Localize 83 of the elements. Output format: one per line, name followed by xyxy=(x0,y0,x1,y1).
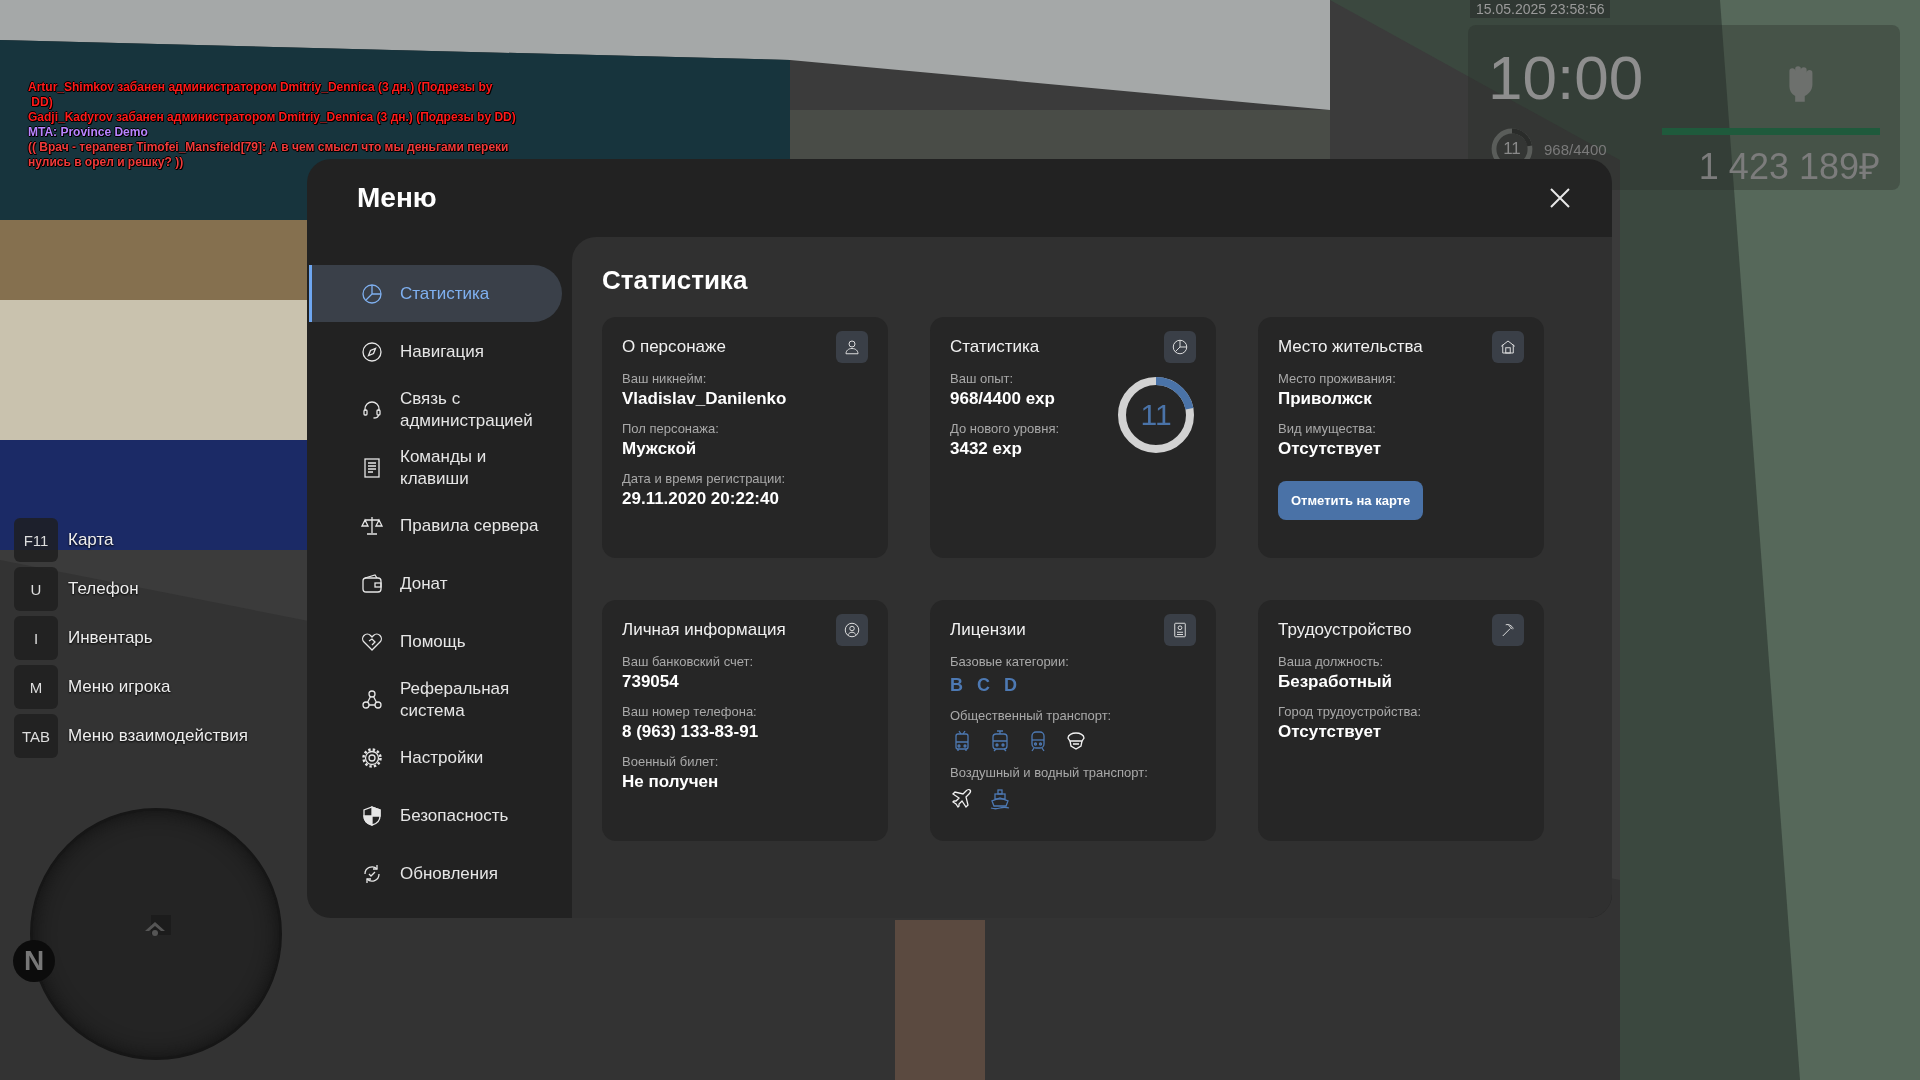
key-cap: U xyxy=(14,567,58,611)
sidebar-item[interactable]: Связь с администрацией xyxy=(309,381,562,438)
shield-icon xyxy=(360,803,384,828)
field-value: 739054 xyxy=(622,672,680,692)
field-value: Приволжск xyxy=(1278,389,1373,409)
card-title: Лицензии xyxy=(950,620,1026,640)
field-label: Пол персонажа: xyxy=(622,421,720,436)
sidebar-item[interactable]: Настройки xyxy=(309,729,562,786)
chat-message: Gadji_Kadyrov забанен администратором Dmitriy_Dennica (3 дн.) (Подрезы by DD) xyxy=(28,110,516,125)
chat-message: нулись в орел и решку? )) xyxy=(28,155,185,170)
field-label: Ваша должность: xyxy=(1278,654,1385,669)
sidebar-item[interactable]: Команды и клавиши xyxy=(309,439,562,496)
field-label: Воздушный и водный транспорт: xyxy=(950,765,1149,780)
field-label: Ваш опыт: xyxy=(950,371,1015,386)
sidebar-item[interactable]: Статистика xyxy=(309,265,562,322)
date-time: 15.05.2025 23:58:56 xyxy=(1470,0,1611,18)
mark-on-map-button[interactable]: Отметить на карте xyxy=(1278,481,1424,520)
clock: 10:00 xyxy=(1488,47,1645,109)
close-icon[interactable] xyxy=(1548,186,1572,210)
field-value: Мужской xyxy=(622,439,698,459)
field-label: Дата и время регистрации: xyxy=(622,471,787,486)
sidebar-item[interactable]: Правила сервера xyxy=(309,497,562,554)
keybind-label: Меню взаимодействия xyxy=(68,726,248,746)
page-heading: Статистика xyxy=(602,265,749,295)
chat-message: Artur_Shimkov забанен администратором Dmitriy_Dennica (3 дн.) (Подрезы by xyxy=(28,80,494,95)
level-number: 11 xyxy=(1503,140,1521,158)
house-icon xyxy=(1492,331,1524,363)
network-icon xyxy=(360,687,384,712)
keybind-label: Карта xyxy=(68,530,114,550)
card-title: Личная информация xyxy=(622,620,786,640)
field-label: Базовые категории: xyxy=(950,654,1070,669)
sidebar-item[interactable]: Навигация xyxy=(309,323,562,380)
field-label: Ваш никнейм: xyxy=(622,371,708,386)
keybind-label: Меню игрока xyxy=(68,677,171,697)
card-title: Статистика xyxy=(950,337,1040,357)
wallet-icon xyxy=(360,571,384,596)
license-category: B xyxy=(950,675,963,696)
compass-icon xyxy=(360,339,384,364)
field-label: До нового уровня: xyxy=(950,421,1060,436)
card-title: Место жительства xyxy=(1278,337,1423,357)
field-label: Военный билет: xyxy=(622,754,720,769)
sidebar-item[interactable]: Реферальная система xyxy=(309,671,562,728)
settings-icon xyxy=(360,745,384,770)
id-card-icon xyxy=(1164,614,1196,646)
level-number: 11 xyxy=(1140,399,1172,431)
card-title: Трудоустройство xyxy=(1278,620,1412,640)
pie-chart-icon xyxy=(360,281,384,306)
sidebar-item[interactable]: Обновления xyxy=(309,845,562,902)
field-value: Vladislav_Danilenko xyxy=(622,389,787,409)
key-cap: I xyxy=(14,616,58,660)
card-title: О персонаже xyxy=(622,337,726,357)
user-icon xyxy=(836,331,868,363)
pickaxe-icon xyxy=(1492,614,1524,646)
field-value: 29.11.2020 20:22:40 xyxy=(622,489,780,509)
field-value: Безработный xyxy=(1278,672,1393,692)
field-value: Отсутствует xyxy=(1278,439,1383,459)
keybind-label: Инвентарь xyxy=(68,628,153,648)
key-cap: TAB xyxy=(14,714,58,758)
field-label: Ваш номер телефона: xyxy=(622,704,758,719)
field-label: Ваш банковский счет: xyxy=(622,654,755,669)
license-category: D xyxy=(1004,675,1017,696)
keybind-label: Телефон xyxy=(68,579,139,599)
key-cap: F11 xyxy=(14,518,58,562)
pie-chart-icon xyxy=(1164,331,1196,363)
field-label: Вид имущества: xyxy=(1278,421,1377,436)
chat-message: DD) xyxy=(30,95,54,110)
field-value: 8 (963) 133-83-91 xyxy=(622,722,759,742)
field-label: Место проживания: xyxy=(1278,371,1396,386)
field-value: 968/4400 exp xyxy=(950,389,1056,409)
field-value: Отсутствует xyxy=(1278,722,1383,742)
experience: 968/4400 xyxy=(1544,140,1607,158)
field-label: Город трудоустройства: xyxy=(1278,704,1422,719)
field-value: Не получен xyxy=(622,772,720,792)
sidebar-item[interactable]: Безопасность xyxy=(309,787,562,844)
sidebar-item[interactable]: Донат xyxy=(309,555,562,612)
field-value: 3432 exp xyxy=(950,439,1023,459)
chat-message: MTA: Province Demo xyxy=(28,125,149,140)
key-cap: M xyxy=(14,665,58,709)
field-label: Общественный транспорт: xyxy=(950,708,1113,723)
window-title: Меню xyxy=(357,182,437,214)
sidebar-item[interactable]: Помощь xyxy=(309,613,562,670)
license-category: C xyxy=(977,675,990,696)
chat-message: (( Врач - терапевт Timofei_Mansfield[79]: А в чем смысл что мы деньгами переки xyxy=(28,140,510,155)
